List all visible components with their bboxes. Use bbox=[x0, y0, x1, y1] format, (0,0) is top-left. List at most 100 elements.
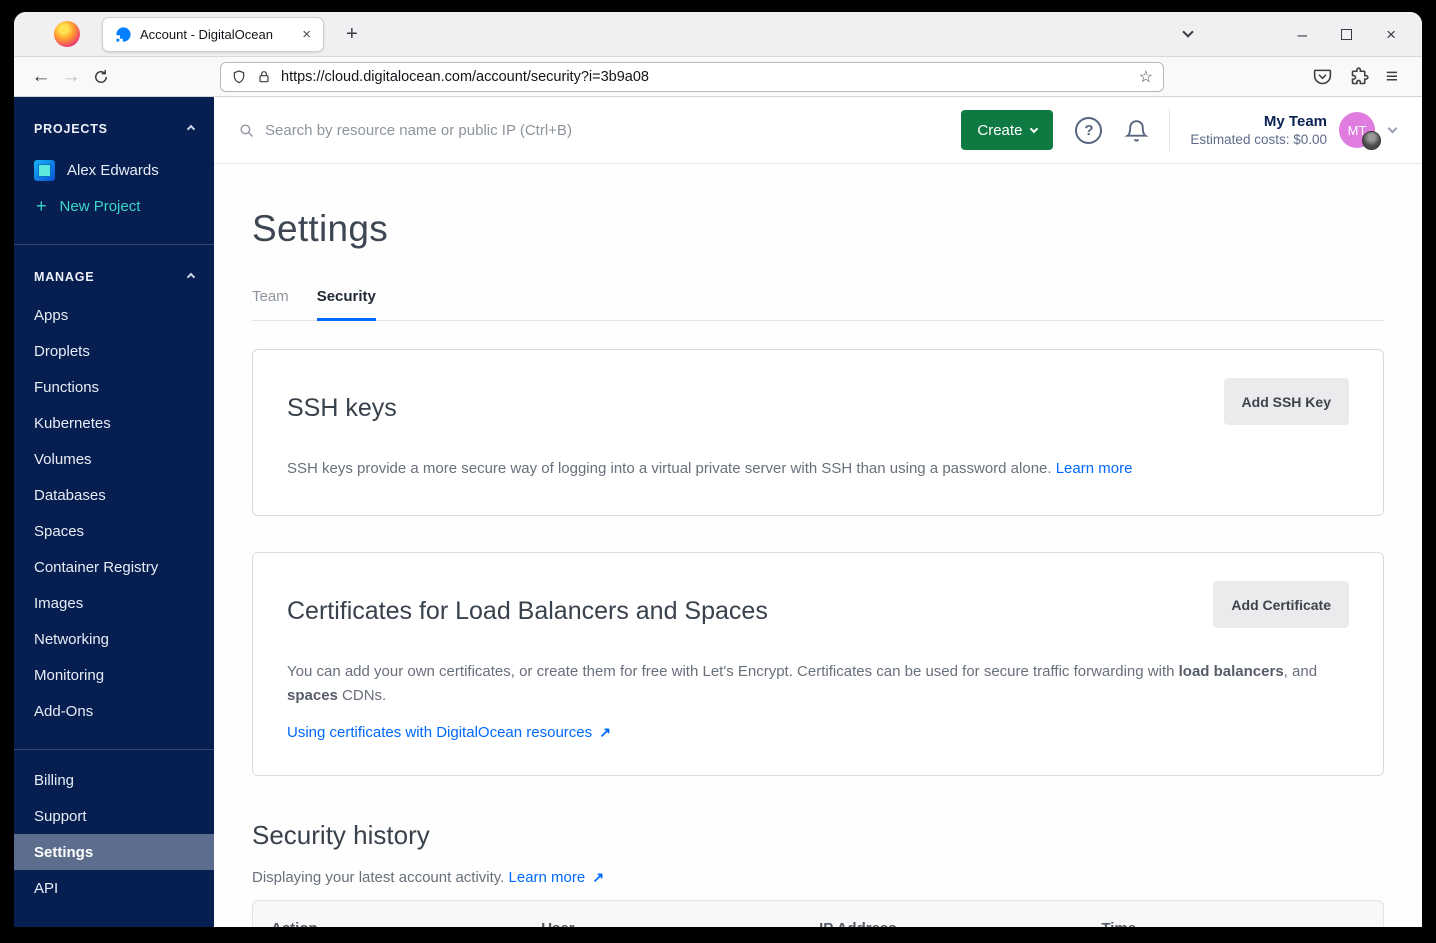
manage-nav: Apps Droplets Functions Kubernetes Volum… bbox=[14, 297, 214, 729]
ssh-description-text: SSH keys provide a more secure way of lo… bbox=[287, 460, 1052, 477]
url-bar[interactable]: https://cloud.digitalocean.com/account/s… bbox=[220, 61, 1164, 92]
maximize-button[interactable] bbox=[1341, 26, 1353, 43]
cert-description-bold-2: spaces bbox=[287, 687, 338, 704]
ssh-card-title: SSH keys bbox=[287, 394, 397, 422]
sidebar-item-settings[interactable]: Settings bbox=[14, 834, 214, 870]
sidebar-divider bbox=[14, 244, 214, 245]
notifications-bell-icon[interactable] bbox=[1124, 118, 1150, 143]
ssh-keys-card: SSH keys Add SSH Key SSH keys provide a … bbox=[252, 349, 1384, 516]
user-photo-avatar bbox=[1362, 131, 1381, 150]
column-header-ip-address: IP Address bbox=[819, 920, 1101, 928]
tab-close-icon[interactable]: × bbox=[298, 26, 315, 43]
lock-icon[interactable] bbox=[256, 69, 272, 85]
ssh-learn-more-link[interactable]: Learn more bbox=[1056, 460, 1133, 477]
browser-tab[interactable]: Account - DigitalOcean × bbox=[102, 16, 324, 52]
tab-team[interactable]: Team bbox=[252, 288, 289, 320]
security-history-subtitle: Displaying your latest account activity.… bbox=[252, 869, 1384, 886]
external-link-arrow-icon: ↗ bbox=[599, 724, 612, 740]
account-chevron-down-icon[interactable] bbox=[1387, 123, 1398, 134]
column-header-action: Action bbox=[271, 920, 541, 928]
maximize-icon bbox=[1341, 28, 1353, 40]
sidebar-item-add-ons[interactable]: Add-Ons bbox=[14, 693, 214, 729]
reload-icon[interactable] bbox=[86, 62, 116, 92]
project-name-label: Alex Edwards bbox=[67, 161, 159, 179]
project-cube-icon bbox=[34, 159, 55, 181]
search-icon bbox=[240, 123, 254, 137]
manage-section-header[interactable]: MANAGE bbox=[14, 270, 214, 284]
browser-titlebar: Account - DigitalOcean × + – × bbox=[14, 12, 1422, 57]
tab-list-chevron-icon[interactable] bbox=[1181, 26, 1194, 38]
cert-description-text-1: You can add your own certificates, or cr… bbox=[287, 663, 1179, 680]
avatar[interactable]: MT bbox=[1339, 112, 1381, 150]
search-input[interactable] bbox=[265, 121, 962, 139]
desktop-background: Account - DigitalOcean × + – × ← → https… bbox=[0, 0, 1436, 943]
cert-description-text-3: CDNs. bbox=[337, 687, 387, 704]
help-icon[interactable]: ? bbox=[1075, 116, 1103, 144]
content-column: Create ? My Team Estimated costs: $0.00 bbox=[214, 97, 1422, 927]
tab-title: Account - DigitalOcean bbox=[140, 26, 273, 42]
manage-header-label: MANAGE bbox=[34, 270, 95, 284]
sidebar-item-billing[interactable]: Billing bbox=[14, 762, 214, 798]
forward-icon[interactable]: → bbox=[56, 62, 86, 92]
close-button[interactable]: × bbox=[1386, 26, 1396, 43]
navbar-right-icons: ≡ bbox=[1312, 65, 1410, 89]
sidebar-item-images[interactable]: Images bbox=[14, 585, 214, 621]
sidebar-item-container-registry[interactable]: Container Registry bbox=[14, 549, 214, 585]
sidebar-item-spaces[interactable]: Spaces bbox=[14, 513, 214, 549]
account-nav: Billing Support Settings API bbox=[14, 762, 214, 906]
chevron-down-icon bbox=[1030, 124, 1039, 133]
chevron-up-icon[interactable] bbox=[186, 272, 196, 282]
team-info: My Team Estimated costs: $0.00 bbox=[1190, 113, 1327, 147]
certificates-card: Certificates for Load Balancers and Spac… bbox=[252, 552, 1384, 776]
menu-hamburger-icon[interactable]: ≡ bbox=[1386, 65, 1398, 89]
sidebar-item-databases[interactable]: Databases bbox=[14, 477, 214, 513]
firefox-window: Account - DigitalOcean × + – × ← → https… bbox=[14, 12, 1422, 927]
sidebar-item-droplets[interactable]: Droplets bbox=[14, 333, 214, 369]
shield-icon[interactable] bbox=[231, 69, 247, 85]
estimated-costs: Estimated costs: $0.00 bbox=[1190, 132, 1327, 147]
sidebar-item-api[interactable]: API bbox=[14, 870, 214, 906]
topbar-divider bbox=[1169, 109, 1171, 151]
create-button[interactable]: Create bbox=[961, 110, 1054, 150]
sidebar: PROJECTS Alex Edwards + New Project MANA… bbox=[14, 97, 214, 927]
history-learn-more-link[interactable]: Learn more bbox=[509, 869, 586, 886]
sidebar-item-apps[interactable]: Apps bbox=[14, 297, 214, 333]
projects-section-header[interactable]: PROJECTS bbox=[14, 122, 214, 136]
sidebar-item-project[interactable]: Alex Edwards bbox=[14, 152, 214, 188]
back-icon[interactable]: ← bbox=[26, 62, 56, 92]
cert-card-description: You can add your own certificates, or cr… bbox=[287, 660, 1349, 708]
pocket-icon[interactable] bbox=[1312, 66, 1333, 87]
sidebar-item-functions[interactable]: Functions bbox=[14, 369, 214, 405]
new-tab-button[interactable]: + bbox=[338, 21, 366, 48]
extensions-puzzle-icon[interactable] bbox=[1349, 66, 1370, 87]
using-certificates-link[interactable]: Using certificates with DigitalOcean res… bbox=[287, 724, 592, 741]
digitalocean-favicon-icon bbox=[116, 26, 131, 42]
minimize-button[interactable]: – bbox=[1298, 26, 1307, 43]
add-ssh-key-button[interactable]: Add SSH Key bbox=[1223, 378, 1349, 425]
chevron-up-icon[interactable] bbox=[186, 124, 196, 134]
window-controls: – × bbox=[1181, 26, 1422, 43]
ssh-card-description: SSH keys provide a more secure way of lo… bbox=[287, 457, 1349, 481]
tab-security[interactable]: Security bbox=[316, 288, 376, 321]
sidebar-divider bbox=[14, 749, 214, 750]
page-title: Settings bbox=[252, 208, 389, 249]
add-certificate-button[interactable]: Add Certificate bbox=[1213, 581, 1349, 628]
app-root: PROJECTS Alex Edwards + New Project MANA… bbox=[14, 97, 1422, 927]
browser-navbar: ← → https://cloud.digitalocean.com/accou… bbox=[14, 57, 1422, 97]
sidebar-item-networking[interactable]: Networking bbox=[14, 621, 214, 657]
plus-icon: + bbox=[36, 195, 47, 216]
url-text[interactable]: https://cloud.digitalocean.com/account/s… bbox=[281, 69, 1130, 85]
sidebar-item-monitoring[interactable]: Monitoring bbox=[14, 657, 214, 693]
settings-page: Settings Team Security SSH keys Add SSH … bbox=[214, 164, 1422, 927]
sidebar-item-volumes[interactable]: Volumes bbox=[14, 441, 214, 477]
firefox-icon[interactable] bbox=[54, 21, 80, 47]
console-topbar: Create ? My Team Estimated costs: $0.00 bbox=[214, 97, 1422, 164]
ssh-card-header: SSH keys Add SSH Key bbox=[287, 378, 1349, 425]
cert-link-row: Using certificates with DigitalOcean res… bbox=[287, 724, 1349, 741]
sidebar-item-kubernetes[interactable]: Kubernetes bbox=[14, 405, 214, 441]
column-header-time: Time bbox=[1101, 920, 1365, 928]
sidebar-item-support[interactable]: Support bbox=[14, 798, 214, 834]
cert-card-header: Certificates for Load Balancers and Spac… bbox=[287, 581, 1349, 628]
bookmark-star-icon[interactable]: ☆ bbox=[1139, 67, 1153, 87]
new-project-button[interactable]: + New Project bbox=[14, 188, 214, 224]
